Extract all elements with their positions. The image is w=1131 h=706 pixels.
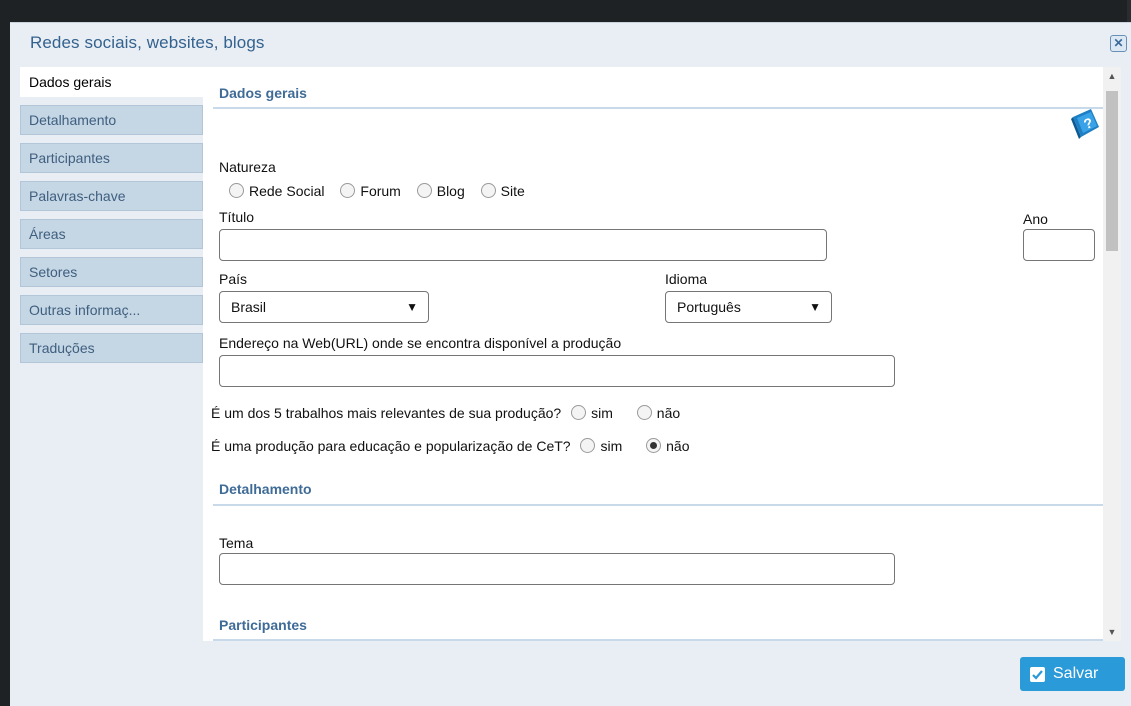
- section-divider: [213, 639, 1103, 641]
- natureza-rede-social[interactable]: Rede Social: [229, 183, 325, 199]
- dropdown-arrow-icon: ▼: [809, 300, 821, 314]
- section-divider: [213, 504, 1103, 506]
- natureza-blog[interactable]: Blog: [416, 183, 465, 199]
- natureza-site[interactable]: Site: [480, 183, 525, 199]
- pais-select[interactable]: Brasil ▼: [219, 291, 429, 323]
- educacao-nao[interactable]: não: [646, 438, 690, 454]
- idioma-label: Idioma: [665, 271, 708, 287]
- pais-label: País: [219, 271, 248, 287]
- section-title-participantes: Participantes: [219, 617, 307, 633]
- radio-icon[interactable]: [416, 183, 432, 198]
- url-input[interactable]: [219, 355, 895, 387]
- dialog: Redes sociais, websites, blogs ✕ Dados g…: [10, 22, 1131, 706]
- tab-list: Dados gerais Detalhamento Participantes …: [20, 67, 203, 371]
- radio-icon[interactable]: [340, 183, 356, 198]
- collapse-icon[interactable]: ✕: [1110, 35, 1127, 52]
- section-divider: [213, 107, 1103, 109]
- educacao-row: É uma produção para educação e populariz…: [211, 438, 690, 454]
- tab-palavras-chave[interactable]: Palavras-chave: [20, 181, 203, 211]
- save-button-label: Salvar: [1053, 665, 1099, 682]
- natureza-label: Natureza: [219, 159, 276, 175]
- titulo-label: Título: [219, 209, 255, 225]
- scrollbar-thumb[interactable]: [1106, 91, 1118, 251]
- educacao-sim[interactable]: sim: [580, 438, 622, 454]
- idioma-select[interactable]: Português ▼: [665, 291, 832, 323]
- titulo-input[interactable]: [219, 229, 827, 261]
- radio-icon[interactable]: [480, 183, 496, 198]
- radio-icon[interactable]: [229, 183, 244, 198]
- ano-input[interactable]: [1023, 229, 1095, 261]
- tema-input[interactable]: [219, 553, 895, 585]
- url-label: Endereço na Web(URL) onde se encontra di…: [219, 335, 622, 351]
- content-scrollbar[interactable]: ▲ ▼: [1103, 67, 1121, 641]
- relevante-row: É um dos 5 trabalhos mais relevantes de …: [211, 405, 680, 421]
- tab-participantes[interactable]: Participantes: [20, 143, 203, 173]
- natureza-radio-group: Rede Social Forum Blog Site: [229, 183, 537, 199]
- relevante-sim[interactable]: sim: [571, 405, 613, 421]
- tab-dados-gerais[interactable]: Dados gerais: [20, 67, 203, 97]
- dropdown-arrow-icon: ▼: [406, 300, 418, 314]
- educacao-question: É uma produção para educação e populariz…: [211, 438, 571, 454]
- tab-outras-informacoes[interactable]: Outras informaç...: [20, 295, 203, 325]
- section-title-detalhamento: Detalhamento: [219, 481, 312, 497]
- radio-icon[interactable]: [580, 438, 596, 453]
- relevante-question: É um dos 5 trabalhos mais relevantes de …: [211, 405, 562, 421]
- relevante-nao[interactable]: não: [636, 405, 680, 421]
- section-title-dados-gerais: Dados gerais: [219, 85, 307, 101]
- radio-icon[interactable]: [636, 405, 652, 420]
- tab-setores[interactable]: Setores: [20, 257, 203, 287]
- tema-label: Tema: [219, 535, 254, 551]
- checkbox-check-icon: [1030, 667, 1045, 682]
- radio-icon[interactable]: [571, 405, 587, 420]
- tab-detalhamento[interactable]: Detalhamento: [20, 105, 203, 135]
- natureza-forum[interactable]: Forum: [340, 183, 401, 199]
- scroll-up-icon[interactable]: ▲: [1103, 69, 1121, 83]
- scroll-down-icon[interactable]: ▼: [1103, 625, 1121, 639]
- ano-label: Ano: [1023, 211, 1048, 227]
- help-book-icon[interactable]: ?: [1069, 107, 1103, 141]
- dialog-title: Redes sociais, websites, blogs: [30, 33, 265, 52]
- save-button[interactable]: Salvar: [1020, 657, 1125, 691]
- form-content: Dados gerais ? Natureza Rede Social Foru…: [203, 67, 1103, 641]
- tab-areas[interactable]: Áreas: [20, 219, 203, 249]
- radio-checked-icon[interactable]: [646, 438, 662, 453]
- tab-traducoes[interactable]: Traduções: [20, 333, 203, 363]
